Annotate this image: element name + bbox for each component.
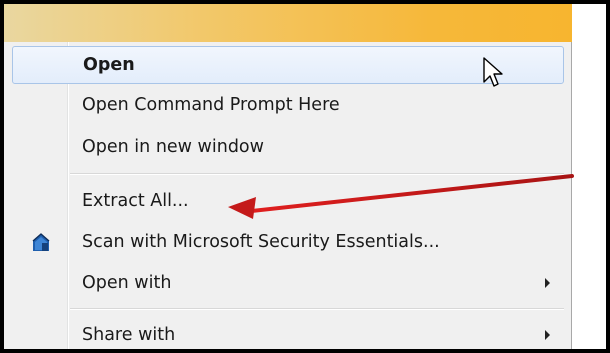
- menu-item-label: Open in new window: [82, 137, 264, 157]
- menu-item-label: Share with: [82, 325, 176, 345]
- window-title-strip: [4, 4, 572, 42]
- menu-item-label: Open: [83, 55, 135, 75]
- screenshot-frame: Open Open Command Prompt Here Open in ne…: [0, 0, 610, 353]
- menu-separator: [70, 308, 564, 310]
- menu-item-label: Scan with Microsoft Security Essentials.…: [82, 232, 440, 252]
- menu-item-extract-all[interactable]: Extract All...: [12, 182, 564, 220]
- menu-item-open-command-prompt[interactable]: Open Command Prompt Here: [12, 86, 564, 124]
- submenu-arrow-icon: [545, 278, 550, 288]
- menu-item-share-with[interactable]: Share with: [12, 316, 564, 349]
- submenu-arrow-icon: [545, 330, 550, 340]
- menu-separator: [70, 173, 564, 175]
- mouse-pointer-icon: [483, 57, 503, 87]
- context-menu: Open Open Command Prompt Here Open in ne…: [4, 42, 572, 349]
- menu-item-label: Open Command Prompt Here: [82, 95, 340, 115]
- menu-item-scan-security-essentials[interactable]: Scan with Microsoft Security Essentials.…: [12, 223, 564, 261]
- menu-item-label: Extract All...: [82, 191, 189, 211]
- menu-item-open-new-window[interactable]: Open in new window: [12, 128, 564, 166]
- menu-item-label: Open with: [82, 273, 172, 293]
- menu-item-open-with[interactable]: Open with: [12, 264, 564, 302]
- microsoft-security-essentials-icon: [32, 233, 50, 251]
